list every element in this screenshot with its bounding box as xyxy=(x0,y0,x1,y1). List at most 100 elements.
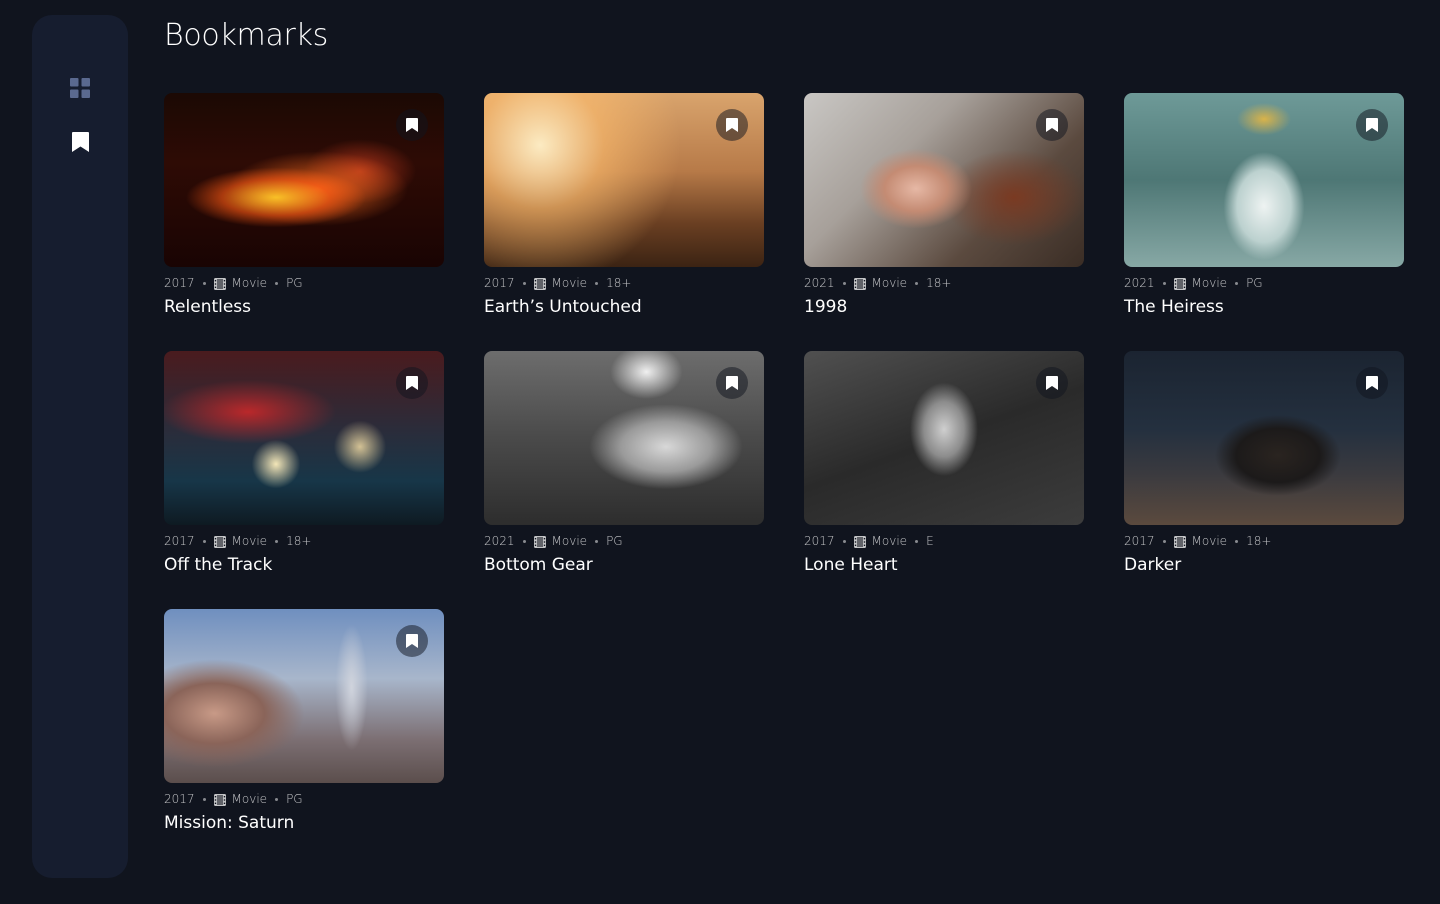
thumbnail[interactable] xyxy=(484,93,764,267)
year: 2017 xyxy=(1124,534,1155,548)
film-icon xyxy=(1173,277,1186,290)
separator-dot xyxy=(1162,540,1166,543)
bookmark-button[interactable] xyxy=(396,625,428,657)
card-meta: 2017 Movie 18+ xyxy=(1124,534,1271,549)
media-card: 2017 Movie 18+ Darker xyxy=(1124,351,1404,575)
category: Movie xyxy=(231,276,268,290)
rating: 18+ xyxy=(606,276,632,290)
film-icon xyxy=(853,535,866,548)
bookmark-filled-icon xyxy=(726,376,738,390)
nav-bookmarks-button[interactable] xyxy=(68,130,92,154)
year: 2021 xyxy=(804,276,835,290)
bookmark-filled-icon xyxy=(406,376,418,390)
bookmark-button[interactable] xyxy=(396,367,428,399)
rating: PG xyxy=(1246,276,1263,290)
thumbnail[interactable] xyxy=(804,93,1084,267)
bookmark-filled-icon xyxy=(1366,118,1378,132)
card-title[interactable]: Mission: Saturn xyxy=(164,812,294,835)
thumbnail[interactable] xyxy=(484,351,764,525)
card-meta: 2017 Movie 18+ xyxy=(164,534,311,549)
category: Movie xyxy=(1191,534,1228,548)
bookmark-button[interactable] xyxy=(396,109,428,141)
grid-icon xyxy=(70,78,90,98)
thumbnail[interactable] xyxy=(1124,351,1404,525)
card-title[interactable]: 1998 xyxy=(804,296,847,319)
film-icon xyxy=(213,793,226,806)
category: Movie xyxy=(551,534,588,548)
card-meta: 2017 Movie E xyxy=(804,534,934,549)
separator-dot xyxy=(842,282,846,285)
media-card: 2017 Movie 18+ Earth’s Untouched xyxy=(484,93,764,317)
film-icon xyxy=(533,535,546,548)
separator-dot xyxy=(915,282,919,285)
media-card: 2021 Movie PG Bottom Gear xyxy=(484,351,764,575)
separator-dot xyxy=(275,540,279,543)
media-card: 2017 Movie PG Relentless xyxy=(164,93,444,317)
rating: E xyxy=(926,534,934,548)
separator-dot xyxy=(522,282,526,285)
nav-home-button[interactable] xyxy=(68,76,92,100)
rating: 18+ xyxy=(926,276,952,290)
rating: PG xyxy=(286,792,303,806)
separator-dot xyxy=(595,282,599,285)
film-icon xyxy=(1173,535,1186,548)
card-meta: 2021 Movie 18+ xyxy=(804,276,951,291)
year: 2021 xyxy=(484,534,515,548)
card-meta: 2017 Movie PG xyxy=(164,276,303,291)
rating: PG xyxy=(606,534,623,548)
film-icon xyxy=(533,277,546,290)
rating: 18+ xyxy=(1246,534,1272,548)
media-card: 2021 Movie 18+ 1998 xyxy=(804,93,1084,317)
card-title[interactable]: Relentless xyxy=(164,296,251,319)
year: 2017 xyxy=(484,276,515,290)
thumbnail[interactable] xyxy=(164,609,444,783)
year: 2017 xyxy=(164,792,195,806)
film-icon xyxy=(213,535,226,548)
bookmark-filled-icon xyxy=(406,118,418,132)
separator-dot xyxy=(1162,282,1166,285)
bookmark-icon xyxy=(71,132,89,152)
separator-dot xyxy=(522,540,526,543)
separator-dot xyxy=(915,540,919,543)
year: 2017 xyxy=(804,534,835,548)
bookmark-filled-icon xyxy=(406,634,418,648)
bookmark-button[interactable] xyxy=(1036,367,1068,399)
bookmark-button[interactable] xyxy=(716,367,748,399)
separator-dot xyxy=(275,282,279,285)
thumbnail[interactable] xyxy=(1124,93,1404,267)
separator-dot xyxy=(1235,282,1239,285)
bookmark-button[interactable] xyxy=(716,109,748,141)
card-meta: 2017 Movie 18+ xyxy=(484,276,631,291)
category: Movie xyxy=(231,792,268,806)
card-meta: 2021 Movie PG xyxy=(484,534,623,549)
sidebar xyxy=(32,15,128,878)
separator-dot xyxy=(202,282,206,285)
bookmark-button[interactable] xyxy=(1036,109,1068,141)
rating: PG xyxy=(286,276,303,290)
separator-dot xyxy=(275,798,279,801)
year: 2021 xyxy=(1124,276,1155,290)
thumbnail[interactable] xyxy=(804,351,1084,525)
category: Movie xyxy=(871,276,908,290)
card-title[interactable]: Bottom Gear xyxy=(484,554,593,577)
media-card: 2017 Movie PG Mission: Saturn xyxy=(164,609,444,833)
category: Movie xyxy=(871,534,908,548)
card-meta: 2017 Movie PG xyxy=(164,792,303,807)
category: Movie xyxy=(551,276,588,290)
separator-dot xyxy=(1235,540,1239,543)
card-title[interactable]: Lone Heart xyxy=(804,554,898,577)
thumbnail[interactable] xyxy=(164,351,444,525)
separator-dot xyxy=(595,540,599,543)
card-title[interactable]: Darker xyxy=(1124,554,1181,577)
card-title[interactable]: The Heiress xyxy=(1124,296,1224,319)
bookmark-button[interactable] xyxy=(1356,367,1388,399)
bookmark-filled-icon xyxy=(1366,376,1378,390)
card-title[interactable]: Earth’s Untouched xyxy=(484,296,642,319)
bookmark-button[interactable] xyxy=(1356,109,1388,141)
bookmark-filled-icon xyxy=(726,118,738,132)
card-title[interactable]: Off the Track xyxy=(164,554,272,577)
category: Movie xyxy=(1191,276,1228,290)
film-icon xyxy=(213,277,226,290)
bookmark-filled-icon xyxy=(1046,118,1058,132)
thumbnail[interactable] xyxy=(164,93,444,267)
